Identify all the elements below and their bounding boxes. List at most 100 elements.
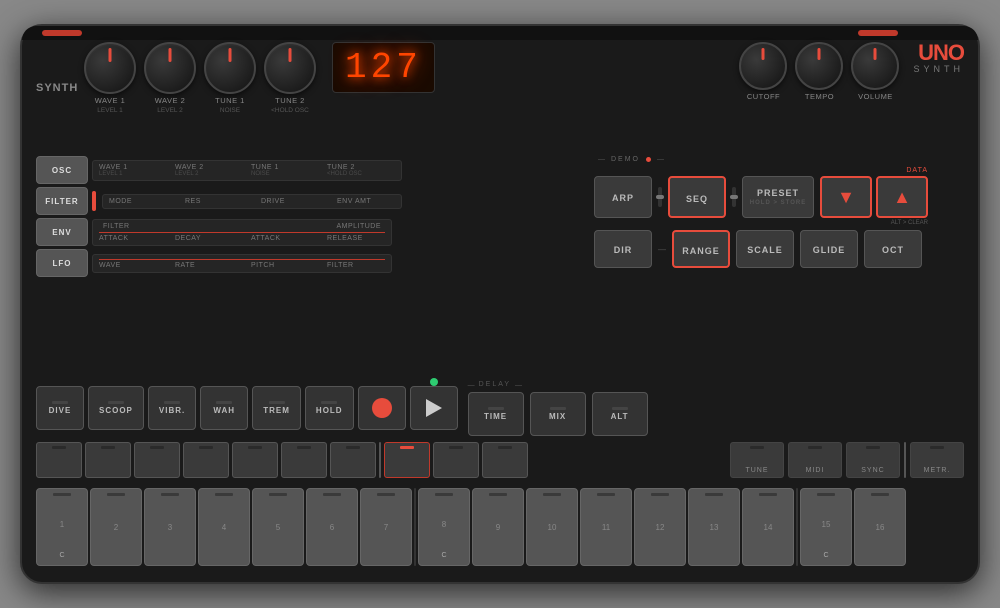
step-btn-7[interactable] [330, 442, 376, 478]
key-led-8 [435, 493, 453, 496]
filter-section-label: FILTER [103, 223, 130, 230]
tune1-label: TUNE 1 [215, 96, 245, 105]
alt-led [612, 407, 628, 410]
lfo-filter-param: FILTER [327, 262, 387, 269]
data-down-button[interactable]: ▼ [820, 176, 872, 218]
tune-button[interactable]: TUNE [730, 442, 784, 478]
mode-param: MODE [109, 198, 169, 205]
sync-button[interactable]: SYNC [846, 442, 900, 478]
key-divider-1 [414, 488, 416, 566]
preset-label: PRESET [757, 188, 799, 198]
step-divider-2 [904, 442, 906, 478]
rec-button[interactable] [358, 386, 406, 430]
oct-button[interactable]: OCT [864, 230, 922, 268]
key-led-4 [215, 493, 233, 496]
step-divider-1 [379, 442, 381, 478]
hold-label: HOLD [316, 406, 343, 415]
main-content: SYNTH WAVE 1 LEVEL 1 WAVE 2 LEVEL 2 TUNE… [36, 42, 964, 568]
tune-section: TUNE MIDI SYNC METR. [730, 442, 964, 478]
midi-label: MIDI [806, 467, 825, 474]
key-btn-12[interactable]: 12 [634, 488, 686, 566]
key-btn-15[interactable]: 15 C [800, 488, 852, 566]
preset-button[interactable]: PRESET HOLD > STORE [742, 176, 814, 218]
tune1-sublabel: NOISE [220, 107, 240, 114]
scale-button[interactable]: SCALE [736, 230, 794, 268]
top-slider-left[interactable] [42, 30, 82, 36]
vibr-button[interactable]: VIBR. [148, 386, 196, 430]
wah-label: WAH [213, 406, 235, 415]
key-btn-16[interactable]: 16 [854, 488, 906, 566]
step-btn-10[interactable] [482, 442, 528, 478]
env-attack1-param: ATTACK [99, 235, 159, 242]
wah-button[interactable]: WAH [200, 386, 248, 430]
amplitude-section-label: AMPLITUDE [336, 223, 381, 230]
mix-button[interactable]: MIX [530, 392, 586, 436]
seq-slider[interactable] [732, 187, 736, 207]
delay-label-row: — DELAY — [468, 381, 648, 390]
key-led-9 [489, 493, 507, 496]
play-button[interactable] [410, 386, 458, 430]
key-btn-13[interactable]: 13 [688, 488, 740, 566]
delay-buttons: TIME MIX ALT [468, 392, 648, 436]
key-btn-1[interactable]: 1 C [36, 488, 88, 566]
tempo-knob[interactable] [795, 42, 843, 90]
tune1-knob[interactable] [204, 42, 256, 94]
step-btn-3[interactable] [134, 442, 180, 478]
wave2-knob[interactable] [144, 42, 196, 94]
arrow-down-icon: ▼ [837, 187, 855, 208]
key-btn-2[interactable]: 2 [90, 488, 142, 566]
wave1-knob[interactable] [84, 42, 136, 94]
key-btn-5[interactable]: 5 [252, 488, 304, 566]
key-num-2: 2 [114, 523, 118, 532]
time-button[interactable]: TIME [468, 392, 524, 436]
key-num-5: 5 [276, 523, 280, 532]
step-btn-6[interactable] [281, 442, 327, 478]
cutoff-knob[interactable] [739, 42, 787, 90]
dir-button[interactable]: DIR [594, 230, 652, 268]
seq-button[interactable]: SEQ [668, 176, 726, 218]
env-button[interactable]: ENV [36, 218, 88, 246]
arp-slider[interactable] [658, 187, 662, 207]
key-btn-4[interactable]: 4 [198, 488, 250, 566]
cutoff-label: CUTOFF [747, 92, 780, 101]
lfo-button[interactable]: LFO [36, 249, 88, 277]
key-btn-10[interactable]: 10 [526, 488, 578, 566]
key-led-2 [107, 493, 125, 496]
glide-button[interactable]: GLIDE [800, 230, 858, 268]
step-btn-9[interactable] [433, 442, 479, 478]
volume-knob[interactable] [851, 42, 899, 90]
lfo-rate-param: RATE [175, 262, 235, 269]
step-btn-4[interactable] [183, 442, 229, 478]
hold-button[interactable]: HOLD [305, 386, 354, 430]
alt-button[interactable]: ALT [592, 392, 648, 436]
tune2-knob[interactable] [264, 42, 316, 94]
key-btn-7[interactable]: 7 [360, 488, 412, 566]
seq-slider-thumb [730, 195, 738, 199]
step-btn-2[interactable] [85, 442, 131, 478]
arp-button[interactable]: ARP [594, 176, 652, 218]
data-up-button[interactable]: ▲ [876, 176, 928, 218]
key-btn-11[interactable]: 11 [580, 488, 632, 566]
dash1: — [658, 245, 666, 254]
midi-button[interactable]: MIDI [788, 442, 842, 478]
metr-button[interactable]: METR. [910, 442, 964, 478]
scoop-button[interactable]: SCOOP [88, 386, 144, 430]
step-led-1 [52, 446, 66, 449]
top-slider-right[interactable] [858, 30, 898, 36]
trem-button[interactable]: TREM [252, 386, 301, 430]
osc-params: WAVE 1 LEVEL 1 WAVE 2 LEVEL 2 TUNE 1 NOI… [92, 160, 402, 181]
key-btn-14[interactable]: 14 [742, 488, 794, 566]
dive-button[interactable]: DIVE [36, 386, 84, 430]
key-btn-8[interactable]: 8 C [418, 488, 470, 566]
osc-button[interactable]: OSC [36, 156, 88, 184]
key-btn-3[interactable]: 3 [144, 488, 196, 566]
key-btn-6[interactable]: 6 [306, 488, 358, 566]
filter-button[interactable]: FILTER [36, 187, 88, 215]
wave2-param: WAVE 2 [175, 164, 235, 171]
range-button[interactable]: RANGE [672, 230, 730, 268]
uno-logo-text: UNO [918, 42, 964, 64]
step-btn-5[interactable] [232, 442, 278, 478]
step-btn-8[interactable] [384, 442, 430, 478]
step-btn-1[interactable] [36, 442, 82, 478]
key-btn-9[interactable]: 9 [472, 488, 524, 566]
